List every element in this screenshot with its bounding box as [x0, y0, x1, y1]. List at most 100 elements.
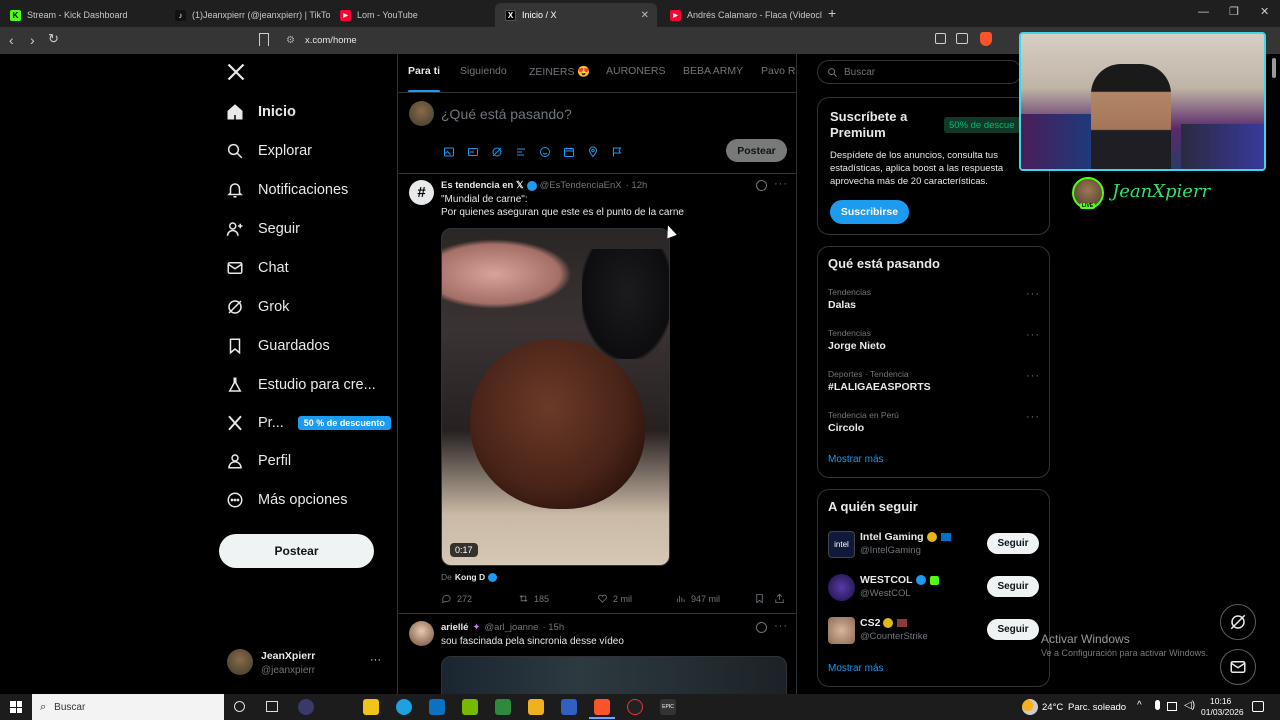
- epic-games-icon[interactable]: EPIC: [660, 699, 676, 715]
- share-button[interactable]: [774, 593, 790, 604]
- more-icon[interactable]: ···: [1026, 411, 1040, 423]
- emoji-icon[interactable]: [539, 145, 551, 157]
- post-button[interactable]: Postear: [219, 534, 374, 568]
- post-time[interactable]: · 12h: [626, 180, 648, 191]
- more-icon[interactable]: ···: [774, 620, 788, 632]
- nav-more-options[interactable]: Más opciones: [226, 487, 347, 513]
- page-scrollbar[interactable]: [1272, 58, 1276, 78]
- nav-creator-studio[interactable]: Estudio para cre...: [226, 372, 376, 398]
- post-author[interactable]: Es tendencia en 𝕏: [441, 180, 524, 191]
- minimize-icon[interactable]: —: [1198, 6, 1209, 18]
- bookmark-page-icon[interactable]: [259, 33, 269, 46]
- more-icon[interactable]: ···: [1026, 370, 1040, 382]
- brave-shield-icon[interactable]: [980, 32, 992, 46]
- close-window-icon[interactable]: ✕: [1260, 5, 1269, 18]
- tab-beba-army[interactable]: BEBA ARMY: [683, 65, 743, 77]
- avatar[interactable]: [409, 621, 434, 646]
- more-icon[interactable]: ···: [774, 178, 788, 190]
- share-icon[interactable]: [956, 33, 968, 44]
- grok-icon[interactable]: [756, 622, 767, 633]
- mail-icon[interactable]: [429, 699, 445, 715]
- grok-icon[interactable]: [491, 145, 503, 157]
- post-author[interactable]: ariellé: [441, 622, 468, 633]
- browser-tab-tiktok[interactable]: ♪ (1)Jeanxpierr (@jeanxpierr) | TikTok: [165, 3, 330, 27]
- tab-zeiners[interactable]: ZEINERS 😍: [529, 65, 591, 78]
- nav-profile[interactable]: Perfil: [226, 448, 291, 474]
- follow-button[interactable]: Seguir: [987, 619, 1039, 640]
- clock-date[interactable]: 01/03/2026: [1201, 707, 1244, 717]
- task-view-icon[interactable]: [266, 701, 278, 712]
- browser-tab-x[interactable]: X Inicio / X ✕: [495, 3, 657, 27]
- nav-follow[interactable]: Seguir: [226, 216, 300, 242]
- reply-button[interactable]: 272: [441, 593, 472, 604]
- subscribe-button[interactable]: Suscribirse: [830, 200, 909, 224]
- gif-icon[interactable]: [467, 145, 479, 157]
- forward-icon[interactable]: ›: [30, 32, 35, 48]
- windows-start-icon[interactable]: [10, 701, 22, 713]
- nvidia-icon[interactable]: [462, 699, 478, 715]
- hashtag-avatar-icon[interactable]: #: [409, 180, 434, 205]
- taskbar-search[interactable]: ⌕ Buscar: [32, 694, 224, 720]
- grok-fab[interactable]: [1220, 604, 1256, 640]
- post-time[interactable]: · 15h: [542, 622, 564, 633]
- reload-icon[interactable]: ↻: [48, 31, 59, 47]
- browser-tab-kick[interactable]: K Stream - Kick Dashboard: [0, 3, 165, 27]
- back-icon[interactable]: ‹: [9, 32, 14, 48]
- more-icon[interactable]: ···: [370, 654, 381, 666]
- compose-input[interactable]: ¿Qué está pasando?: [441, 106, 572, 122]
- microphone-icon[interactable]: [1155, 700, 1160, 710]
- nav-notifications[interactable]: Notificaciones: [226, 177, 348, 203]
- more-icon[interactable]: ···: [1026, 288, 1040, 300]
- post-video[interactable]: 0:17: [441, 228, 670, 566]
- edge-icon[interactable]: [396, 699, 412, 715]
- tab-for-you[interactable]: Para ti: [408, 65, 440, 77]
- trend-name[interactable]: Circolo: [828, 422, 864, 434]
- app-icon[interactable]: [495, 699, 511, 715]
- nav-explore[interactable]: Explorar: [226, 138, 312, 164]
- like-button[interactable]: 2 mil: [597, 593, 632, 604]
- messages-fab[interactable]: [1220, 649, 1256, 685]
- nav-premium[interactable]: Pr... 50 % de descuento: [226, 410, 391, 436]
- store-icon[interactable]: [363, 699, 379, 715]
- more-icon[interactable]: ···: [1026, 329, 1040, 341]
- app-icon[interactable]: [561, 699, 577, 715]
- trend-name[interactable]: #LALIGAEASPORTS: [828, 381, 931, 393]
- obs-icon[interactable]: [627, 699, 643, 715]
- nav-home[interactable]: Inicio: [226, 99, 296, 125]
- follow-show-more[interactable]: Mostrar más: [828, 663, 884, 674]
- avatar[interactable]: [828, 574, 855, 601]
- follow-name[interactable]: WESTCOL: [860, 574, 939, 586]
- image-icon[interactable]: [443, 145, 455, 157]
- views-button[interactable]: 947 mil: [675, 593, 720, 604]
- site-info-icon[interactable]: ⚙: [286, 35, 295, 46]
- cortana-icon[interactable]: [234, 701, 245, 712]
- app-icon[interactable]: [298, 699, 314, 715]
- clock-time[interactable]: 10:16: [1210, 696, 1231, 706]
- intel-logo-icon[interactable]: intel: [828, 531, 855, 558]
- bookmark-button[interactable]: [754, 593, 770, 604]
- follow-button[interactable]: Seguir: [987, 576, 1039, 597]
- x-logo-icon[interactable]: [226, 62, 246, 87]
- tab-pavo[interactable]: Pavo Ra: [761, 65, 796, 77]
- post-media[interactable]: [441, 656, 787, 694]
- browser-tab-youtube[interactable]: ▶ Lom - YouTube: [330, 3, 495, 27]
- url-field[interactable]: ⚙ x.com/home: [276, 30, 1006, 51]
- folder-icon[interactable]: [528, 699, 544, 715]
- trend-name[interactable]: Dalas: [828, 299, 856, 311]
- grok-icon[interactable]: [756, 180, 767, 191]
- nav-grok[interactable]: Grok: [226, 294, 289, 320]
- source-name[interactable]: Kong D: [455, 572, 485, 582]
- location-icon[interactable]: [587, 145, 599, 158]
- notifications-icon[interactable]: [1252, 701, 1264, 712]
- tab-following[interactable]: Siguiendo: [460, 65, 507, 77]
- chevron-up-icon[interactable]: ^: [1137, 700, 1142, 711]
- nav-chat[interactable]: Chat: [226, 255, 289, 281]
- search-input[interactable]: Buscar: [817, 60, 1022, 84]
- volume-icon[interactable]: ◁): [1184, 700, 1195, 711]
- follow-name[interactable]: CS2: [860, 617, 908, 629]
- restore-icon[interactable]: ❐: [1229, 5, 1239, 18]
- trends-show-more[interactable]: Mostrar más: [828, 454, 884, 465]
- nav-bookmarks[interactable]: Guardados: [226, 333, 330, 359]
- flag-icon[interactable]: [611, 145, 623, 157]
- open-external-icon[interactable]: [935, 33, 946, 44]
